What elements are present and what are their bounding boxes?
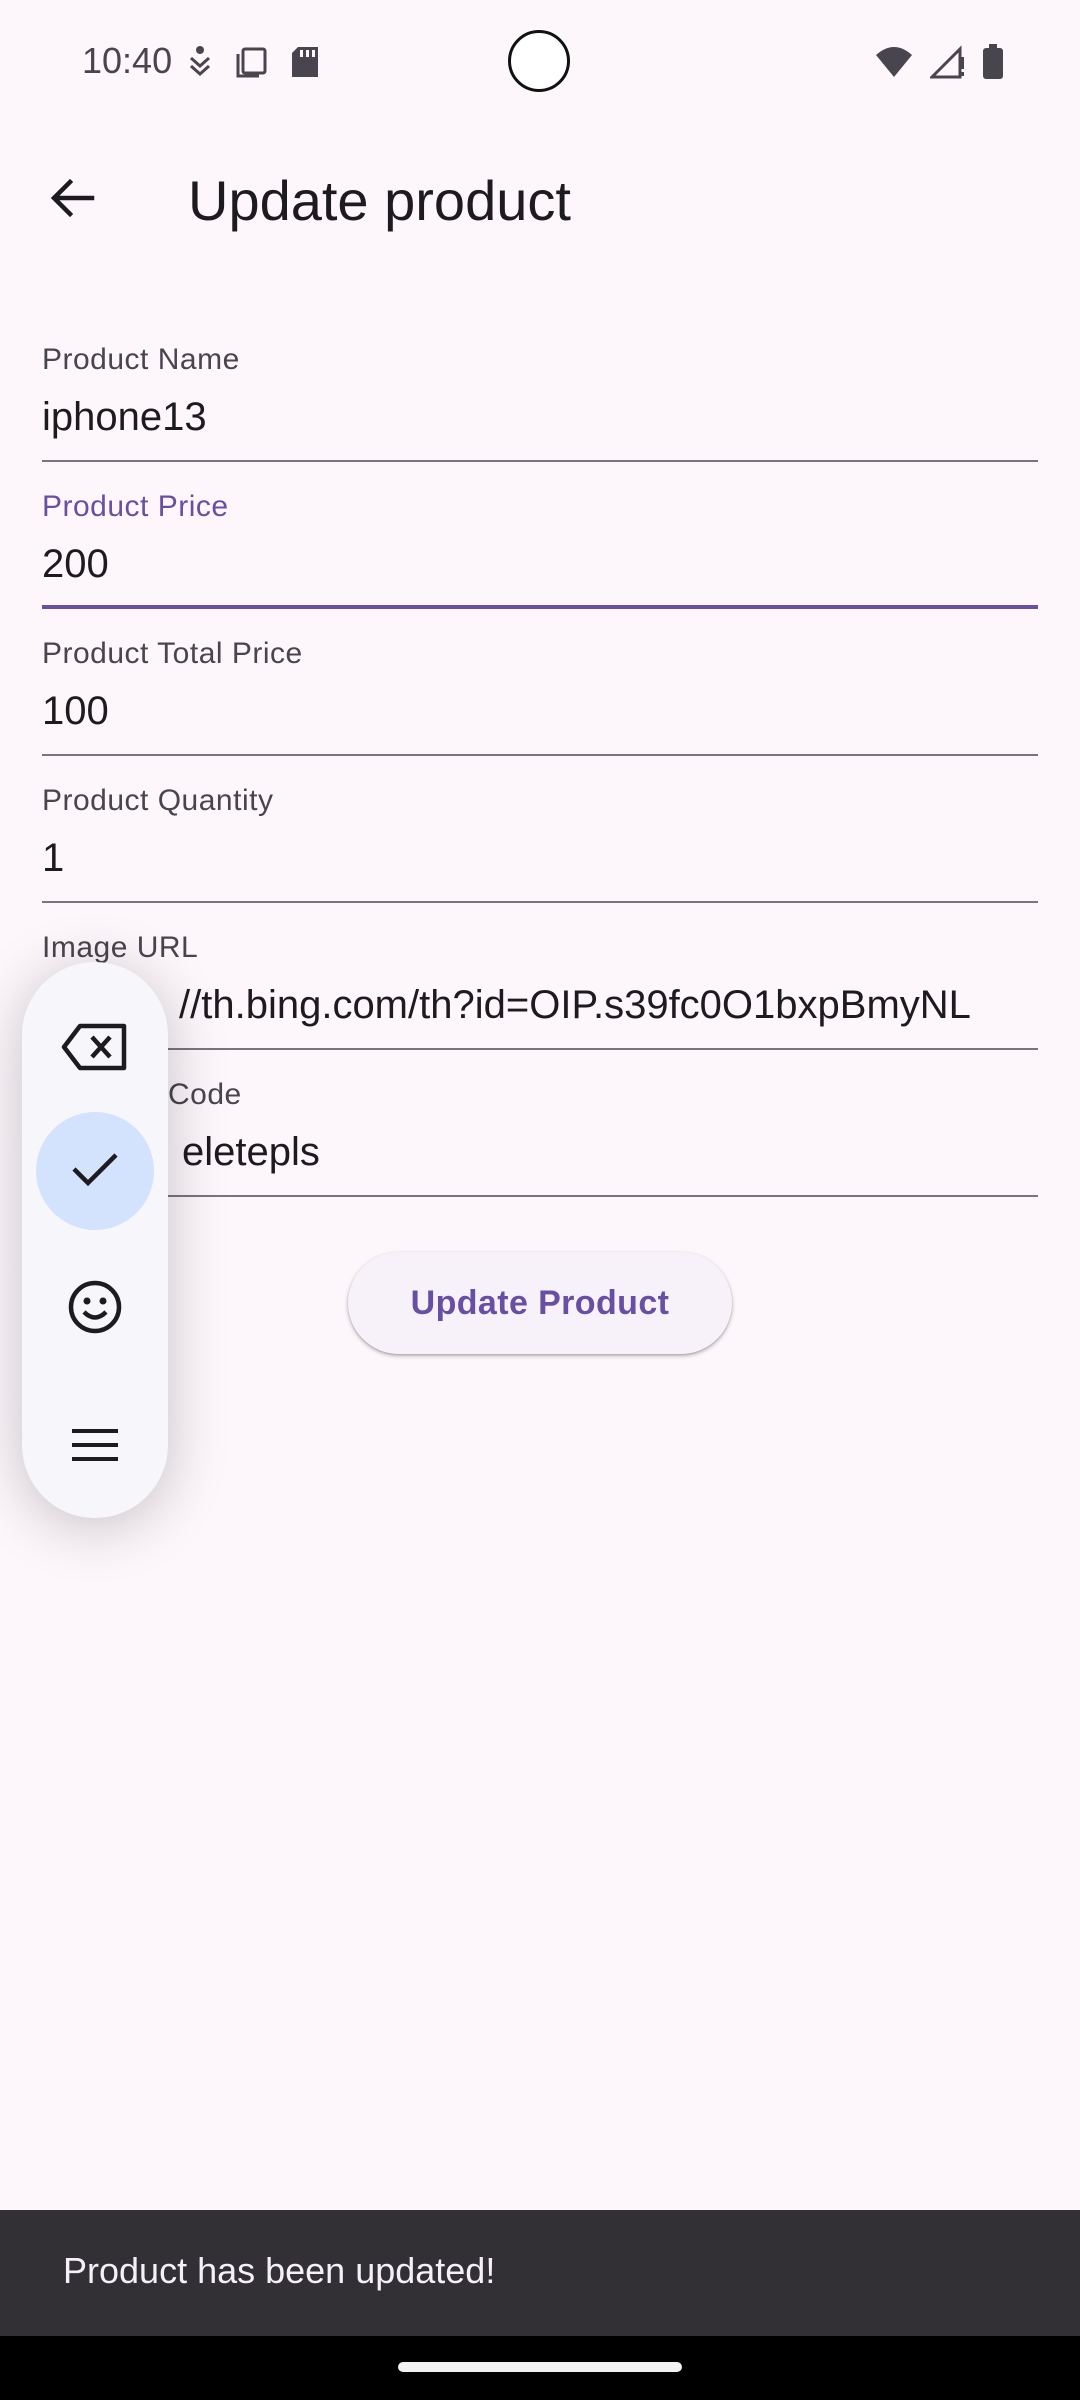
- menu-button[interactable]: [36, 1388, 154, 1506]
- back-button[interactable]: [40, 168, 104, 232]
- field-underline: [42, 1195, 1038, 1197]
- backspace-button[interactable]: [36, 990, 154, 1108]
- arrow-back-icon: [48, 174, 96, 227]
- battery-icon: [982, 44, 1004, 85]
- backspace-icon: [60, 1022, 130, 1077]
- wifi-icon: [874, 45, 914, 84]
- image-url-input[interactable]: //th.bing.com/th?id=OIP.s39fc0O1bxpBmyNL: [179, 983, 1038, 1028]
- home-indicator[interactable]: [398, 2362, 682, 2372]
- image-url-field[interactable]: Image URL //th.bing.com/th?id=OIP.s39fc0…: [42, 903, 1038, 1050]
- app-bar: Update product: [0, 140, 1080, 260]
- product-price-input[interactable]: 200: [42, 542, 1038, 587]
- product-name-field[interactable]: Product Name iphone13: [42, 315, 1038, 462]
- emoji-button[interactable]: [36, 1250, 154, 1368]
- product-quantity-field[interactable]: Product Quantity 1: [42, 756, 1038, 903]
- page-title: Update product: [188, 169, 571, 232]
- gesture-nav-bar: [0, 2336, 1080, 2400]
- copy-icon: [234, 45, 268, 84]
- status-time: 10:40: [82, 40, 173, 81]
- menu-icon: [70, 1427, 120, 1468]
- floating-keyboard-toolbar: [22, 962, 168, 1518]
- code-label: Code: [168, 1078, 242, 1111]
- update-product-button[interactable]: Update Product: [348, 1252, 732, 1354]
- product-total-price-field[interactable]: Product Total Price 100: [42, 609, 1038, 756]
- camera-cutout: [508, 30, 570, 92]
- status-icons-left: [188, 44, 320, 85]
- product-total-price-input[interactable]: 100: [42, 689, 1038, 734]
- product-quantity-input[interactable]: 1: [42, 836, 1038, 881]
- accessibility-icon: [188, 44, 212, 85]
- code-field[interactable]: Code eletepls: [42, 1050, 1038, 1197]
- product-price-label: Product Price: [42, 490, 229, 523]
- product-name-label: Product Name: [42, 343, 240, 376]
- snackbar-message: Product has been updated!: [63, 2250, 496, 2291]
- check-icon: [70, 1149, 120, 1194]
- image-url-label: Image URL: [42, 931, 199, 964]
- cell-signal-icon: [928, 45, 966, 84]
- emoji-icon: [67, 1279, 123, 1340]
- product-total-price-label: Product Total Price: [42, 637, 303, 670]
- code-input[interactable]: eletepls: [182, 1130, 1038, 1175]
- product-name-input[interactable]: iphone13: [42, 395, 1038, 440]
- sd-card-icon: [290, 45, 320, 84]
- status-icons-right: [874, 44, 1004, 85]
- snackbar: Product has been updated!: [0, 2210, 1080, 2336]
- accept-button[interactable]: [36, 1112, 154, 1230]
- status-bar: 10:40: [0, 0, 1080, 128]
- product-quantity-label: Product Quantity: [42, 784, 274, 817]
- product-price-field[interactable]: Product Price 200: [42, 462, 1038, 609]
